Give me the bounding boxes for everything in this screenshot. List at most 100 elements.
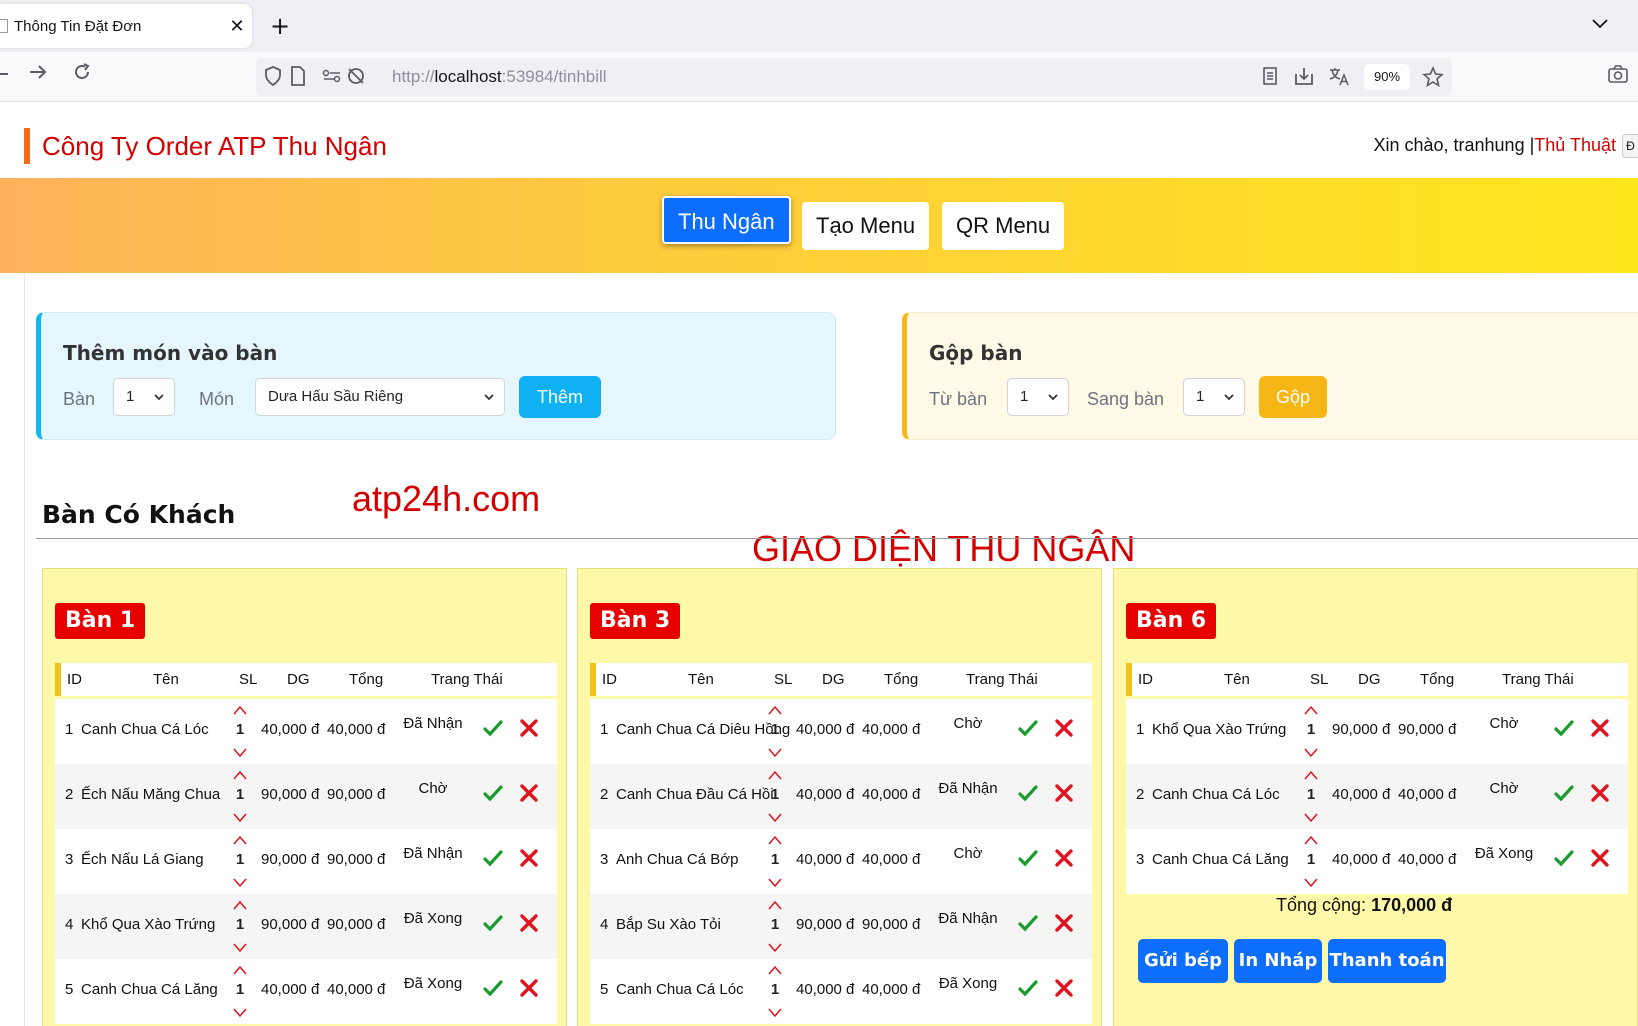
x-icon[interactable] bbox=[519, 783, 539, 809]
reader-view-icon[interactable] bbox=[1262, 66, 1278, 92]
check-icon[interactable] bbox=[483, 719, 503, 743]
checkout-button[interactable]: Thanh toán bbox=[1328, 939, 1446, 983]
to-table-label: Sang bàn bbox=[1087, 389, 1165, 409]
x-icon[interactable] bbox=[1054, 718, 1074, 744]
brand-title[interactable]: Công Ty Order ATP Thu Ngân bbox=[24, 128, 387, 164]
chevron-down-icon[interactable] bbox=[233, 943, 247, 953]
forward-arrow-icon[interactable] bbox=[28, 62, 48, 90]
check-icon[interactable] bbox=[1018, 719, 1038, 743]
chevron-up-icon[interactable] bbox=[768, 705, 782, 715]
dish-select[interactable]: Dưa Hấu Sầu Riêng bbox=[255, 378, 505, 416]
dish-name: Canh Chua Cá Diêu Hồng bbox=[616, 721, 791, 738]
zoom-level[interactable]: 90% bbox=[1364, 64, 1410, 90]
check-icon[interactable] bbox=[1554, 719, 1574, 743]
nav-thu-ngan[interactable]: Thu Ngân bbox=[662, 196, 791, 244]
chevron-down-icon[interactable] bbox=[1304, 813, 1318, 823]
shield-icon[interactable] bbox=[264, 66, 282, 92]
chevron-up-icon[interactable] bbox=[233, 965, 247, 975]
x-icon[interactable] bbox=[1054, 978, 1074, 1004]
chevron-down-icon[interactable] bbox=[1304, 878, 1318, 888]
row-id: 3 bbox=[65, 851, 74, 868]
translate-icon[interactable] bbox=[1328, 66, 1350, 92]
chevron-up-icon[interactable] bbox=[1304, 770, 1318, 780]
chevron-up-icon[interactable] bbox=[233, 900, 247, 910]
x-icon[interactable] bbox=[519, 978, 539, 1004]
tracking-off-icon[interactable] bbox=[346, 66, 366, 92]
column-header: DG bbox=[822, 671, 845, 688]
x-icon[interactable] bbox=[1054, 848, 1074, 874]
nav-tao-menu[interactable]: Tạo Menu bbox=[802, 202, 930, 250]
back-arrow-icon[interactable] bbox=[0, 62, 8, 90]
bookmark-star-icon[interactable] bbox=[1422, 65, 1444, 94]
check-icon[interactable] bbox=[1018, 979, 1038, 1003]
column-header: Tên bbox=[1224, 671, 1250, 688]
table-select[interactable]: 1 bbox=[113, 378, 175, 416]
x-icon[interactable] bbox=[519, 913, 539, 939]
chevron-down-icon[interactable] bbox=[1304, 748, 1318, 758]
permissions-icon[interactable] bbox=[322, 66, 344, 92]
check-icon[interactable] bbox=[483, 979, 503, 1003]
x-icon[interactable] bbox=[1590, 783, 1610, 809]
x-icon[interactable] bbox=[519, 848, 539, 874]
table-name-badge: Bàn 3 bbox=[590, 603, 681, 639]
order-row: 2 Canh Chua Đầu Cá Hồi 1 40,000 đ 40,000 đ Đã… bbox=[590, 764, 1092, 829]
from-table-select[interactable]: 1 bbox=[1007, 378, 1069, 416]
to-table-select[interactable]: 1 bbox=[1183, 378, 1245, 416]
table-card: Bàn 1 ID Tên SL DG Tổng Trang Thái 1 Canh Chua C… bbox=[42, 568, 567, 1026]
chevron-down-icon[interactable] bbox=[1592, 14, 1608, 33]
chevron-up-icon[interactable] bbox=[768, 965, 782, 975]
chevron-down-icon[interactable] bbox=[233, 748, 247, 758]
check-icon[interactable] bbox=[1554, 784, 1574, 808]
nav-banner: Thu Ngân Tạo Menu QR Menu bbox=[0, 178, 1638, 273]
chevron-down-icon[interactable] bbox=[233, 1008, 247, 1018]
chevron-down-icon[interactable] bbox=[233, 813, 247, 823]
chevron-down-icon[interactable] bbox=[768, 813, 782, 823]
chevron-down-icon[interactable] bbox=[768, 748, 782, 758]
reload-icon[interactable] bbox=[72, 62, 92, 90]
quantity: 1 bbox=[770, 851, 780, 868]
new-tab-button[interactable]: + bbox=[270, 12, 290, 40]
row-id: 5 bbox=[600, 981, 609, 998]
x-icon[interactable] bbox=[1054, 783, 1074, 809]
check-icon[interactable] bbox=[483, 849, 503, 873]
merge-button[interactable]: Gộp bbox=[1259, 376, 1327, 418]
check-icon[interactable] bbox=[1018, 849, 1038, 873]
address-bar[interactable]: http://localhost:53984/tinhbill 90% bbox=[256, 58, 1452, 96]
quantity: 1 bbox=[770, 981, 780, 998]
send-kitchen-button[interactable]: Gửi bếp bbox=[1138, 939, 1228, 983]
chevron-up-icon[interactable] bbox=[233, 705, 247, 715]
thu-thuat-link[interactable]: Thủ Thuật bbox=[1534, 135, 1616, 155]
add-dish-button[interactable]: Thêm bbox=[519, 376, 601, 418]
close-tab-icon[interactable]: ✕ bbox=[222, 16, 252, 37]
screenshot-camera-icon[interactable] bbox=[1608, 64, 1628, 88]
chevron-down-icon[interactable] bbox=[768, 1008, 782, 1018]
x-icon[interactable] bbox=[519, 718, 539, 744]
chevron-up-icon[interactable] bbox=[768, 770, 782, 780]
check-icon[interactable] bbox=[483, 784, 503, 808]
chevron-up-icon[interactable] bbox=[233, 770, 247, 780]
chevron-up-icon[interactable] bbox=[768, 900, 782, 910]
order-status: Đã Nhận bbox=[938, 910, 998, 927]
check-icon[interactable] bbox=[1554, 849, 1574, 873]
chevron-down-icon[interactable] bbox=[768, 878, 782, 888]
check-icon[interactable] bbox=[1018, 784, 1038, 808]
check-icon[interactable] bbox=[483, 914, 503, 938]
unit-price: 40,000 đ bbox=[796, 721, 855, 738]
chevron-up-icon[interactable] bbox=[768, 835, 782, 845]
save-page-icon[interactable] bbox=[1294, 66, 1314, 92]
print-draft-button[interactable]: In Nháp bbox=[1234, 939, 1322, 983]
x-icon[interactable] bbox=[1054, 913, 1074, 939]
x-icon[interactable] bbox=[1590, 718, 1610, 744]
x-icon[interactable] bbox=[1590, 848, 1610, 874]
nav-qr-menu[interactable]: QR Menu bbox=[942, 202, 1065, 250]
chevron-up-icon[interactable] bbox=[1304, 705, 1318, 715]
url-text[interactable]: http://localhost:53984/tinhbill bbox=[392, 67, 607, 87]
check-icon[interactable] bbox=[1018, 914, 1038, 938]
page-info-icon[interactable] bbox=[290, 66, 306, 92]
logout-button[interactable]: Đ bbox=[1622, 134, 1638, 158]
chevron-up-icon[interactable] bbox=[233, 835, 247, 845]
chevron-down-icon[interactable] bbox=[233, 878, 247, 888]
chevron-up-icon[interactable] bbox=[1304, 835, 1318, 845]
chevron-down-icon[interactable] bbox=[768, 943, 782, 953]
browser-tab[interactable]: Thông Tin Đặt Đơn ✕ bbox=[0, 4, 252, 48]
